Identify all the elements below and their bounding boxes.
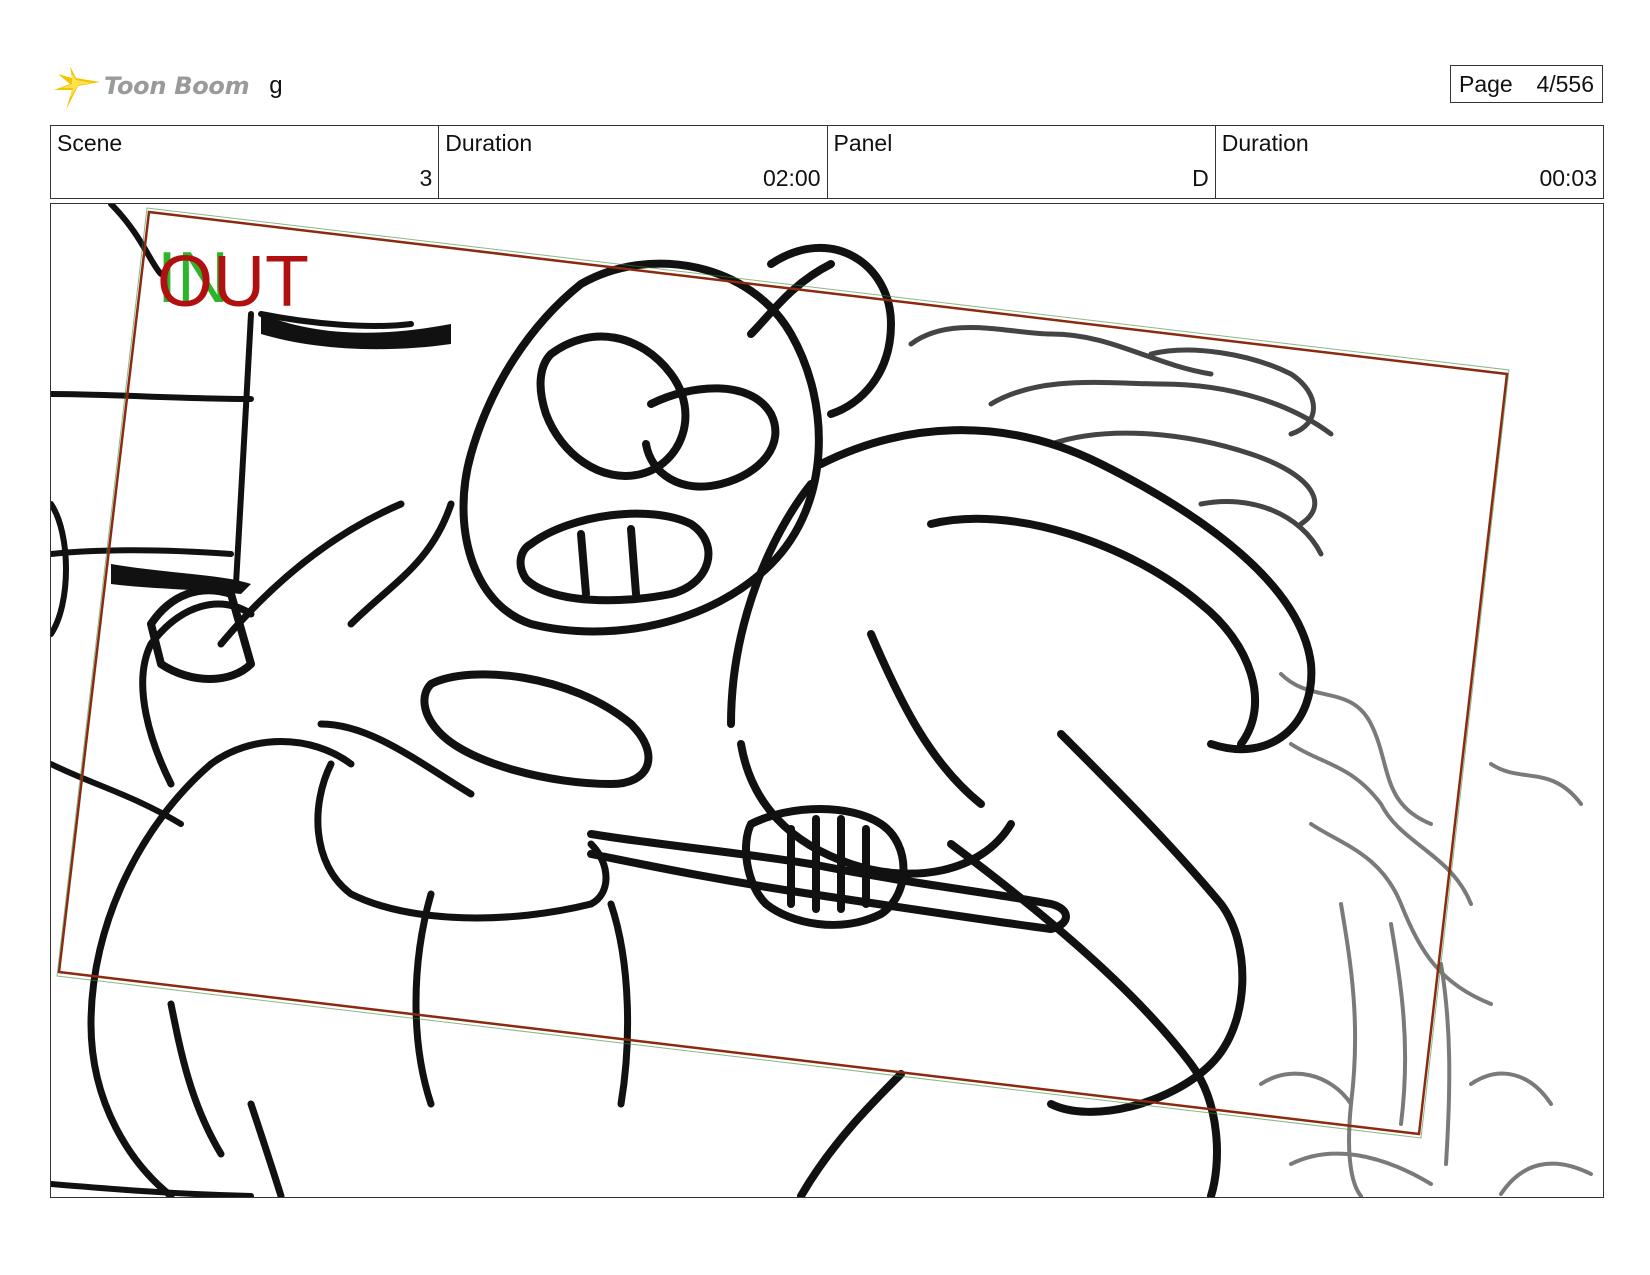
- scene-duration-value: 02:00: [762, 165, 821, 191]
- panel-duration-label: Duration: [1221, 130, 1309, 156]
- document-title: g: [269, 72, 283, 99]
- panel-info-table: Scene 3 Duration 02:00 Panel D Duration …: [50, 125, 1604, 199]
- panel-value: D: [1192, 165, 1209, 191]
- background-scenery: [1259, 672, 1593, 1197]
- page-number: 4/556: [1536, 70, 1594, 97]
- camera-frame-outline: [57, 210, 1509, 1136]
- left-scenery: [51, 204, 414, 1197]
- left-character: [87, 500, 632, 1197]
- page-indicator: Page 4/556: [1450, 65, 1603, 103]
- scene-label: Scene: [57, 130, 123, 156]
- camera-frame: [56, 207, 1510, 1139]
- left-character-head: [459, 259, 835, 636]
- scene-value: 3: [419, 165, 433, 191]
- storyboard-header: Toon Boom g: [52, 56, 283, 116]
- toon-boom-star-icon: [54, 66, 100, 110]
- panel-cell: Panel D: [828, 126, 1216, 198]
- scene-cell: Scene 3: [51, 126, 440, 198]
- scene-duration-cell: Duration 02:00: [439, 126, 828, 198]
- panel-drawing: IN OUT: [51, 204, 1593, 1197]
- panel-duration-cell: Duration 00:03: [1216, 126, 1603, 198]
- page-label: Page: [1459, 70, 1513, 97]
- panel-label: Panel: [833, 130, 893, 156]
- out-marker: OUT: [157, 242, 309, 322]
- toon-boom-logo: Toon Boom: [52, 60, 250, 112]
- storyboard-panel-image: IN OUT: [50, 203, 1604, 1198]
- panel-duration-value: 00:03: [1539, 165, 1597, 191]
- logo-text: Toon Boom: [104, 72, 250, 100]
- scene-duration-label: Duration: [445, 130, 533, 156]
